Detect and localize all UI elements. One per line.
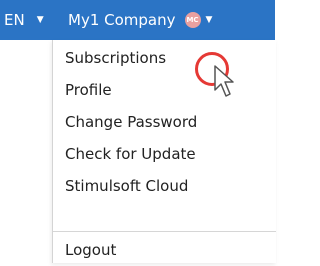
caret-down-icon: ▼: [36, 15, 44, 25]
account-dropdown-menu: Subscriptions Profile Change Password Ch…: [52, 40, 276, 263]
menu-item-stimulsoft-cloud[interactable]: Stimulsoft Cloud: [65, 170, 265, 202]
language-label: EN: [4, 11, 25, 29]
menu-item-check-for-update[interactable]: Check for Update: [65, 138, 265, 170]
company-name: My1 Company: [68, 11, 176, 29]
menu-item-change-password[interactable]: Change Password: [65, 106, 265, 138]
language-selector[interactable]: EN ▼: [4, 0, 44, 40]
menu-item-logout[interactable]: Logout: [65, 234, 265, 266]
top-bar: EN ▼ My1 Company MC ▼: [0, 0, 275, 40]
avatar: MC: [184, 12, 201, 28]
caret-down-icon: ▼: [205, 15, 213, 25]
menu-divider: [53, 231, 276, 232]
company-menu-button[interactable]: My1 Company MC ▼: [68, 0, 212, 40]
arrow-pointer-icon: [214, 65, 234, 97]
